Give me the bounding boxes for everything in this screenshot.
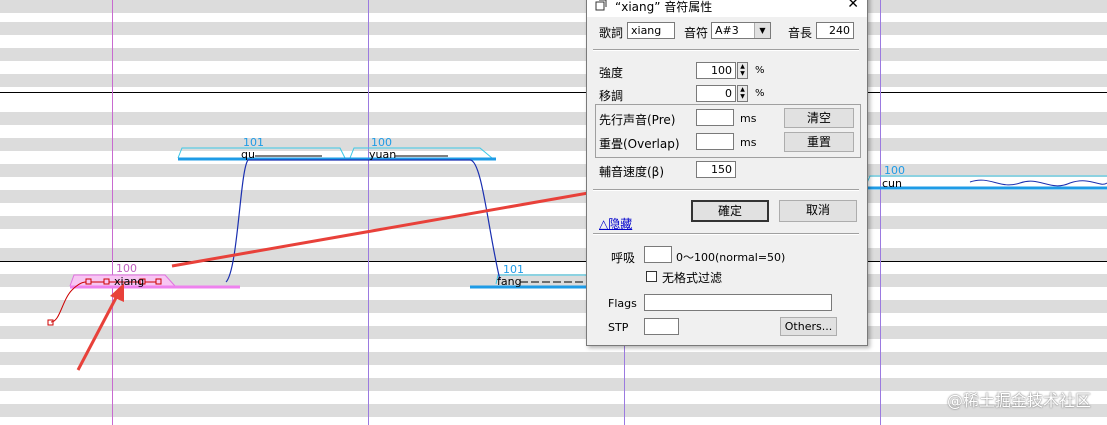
modulation-label: 移調 xyxy=(599,89,624,103)
ok-button[interactable]: 確定 xyxy=(691,200,769,222)
reset-button[interactable]: 重置 xyxy=(784,132,854,152)
intensity-input[interactable]: 100 xyxy=(696,62,736,79)
note-cun[interactable] xyxy=(865,175,1107,190)
cancel-button[interactable]: 取消 xyxy=(779,200,857,222)
notes-layer xyxy=(47,147,1107,371)
no-format-filter-checkbox[interactable] xyxy=(646,271,657,282)
modulation-unit: % xyxy=(755,88,765,99)
note-velocity: 100 xyxy=(116,262,137,275)
consonant-velocity-input[interactable]: 150 xyxy=(696,161,736,178)
separator xyxy=(593,49,859,51)
lyric-label: 歌詞 xyxy=(599,26,624,40)
breath-hint: 0～100(normal=50) xyxy=(676,251,786,264)
stp-input[interactable] xyxy=(644,318,679,335)
note-properties-dialog: “xiang” 音符属性 ✕ 歌詞 xiang 音符 A#3 ▼ 音長 240 … xyxy=(586,0,868,346)
no-format-filter-label: 无格式过滤 xyxy=(662,271,723,285)
note-velocity: 100 xyxy=(884,164,905,177)
intensity-spinner[interactable]: ▲ ▼ xyxy=(737,62,748,79)
breath-input[interactable] xyxy=(644,246,672,263)
note-yuan[interactable] xyxy=(345,147,496,161)
length-input[interactable]: 240 xyxy=(816,22,854,39)
note-select[interactable]: A#3 ▼ xyxy=(711,22,771,39)
note-lyric: xiang xyxy=(114,275,145,288)
flags-input[interactable] xyxy=(644,294,832,311)
note-lyric: qu xyxy=(241,148,255,161)
watermark: @稀土掘金技术社区 xyxy=(946,391,1091,410)
note-lyric: yuan xyxy=(369,148,397,161)
pitch-curve xyxy=(225,159,501,283)
preutterance-input[interactable] xyxy=(696,109,734,126)
dialog-titlebar[interactable]: “xiang” 音符属性 ✕ xyxy=(587,0,867,17)
piano-roll[interactable]: 101 100 100 101 100 qu yuan xiang fang c… xyxy=(0,0,1107,425)
note-lyric: fang xyxy=(497,275,522,288)
clear-button[interactable]: 清空 xyxy=(784,108,854,128)
others-button[interactable]: Others... xyxy=(780,317,837,336)
chevron-down-icon[interactable]: ▼ xyxy=(754,23,770,38)
close-icon[interactable]: ✕ xyxy=(847,0,859,12)
preutterance-unit: ms xyxy=(740,112,757,125)
note-fang[interactable] xyxy=(470,274,591,289)
length-label: 音長 xyxy=(788,26,813,40)
dialog-title: “xiang” 音符属性 xyxy=(615,0,713,14)
lyric-input[interactable]: xiang xyxy=(627,22,675,39)
overlap-label: 重畳(Overlap) xyxy=(599,137,680,151)
flags-label: Flags xyxy=(608,297,637,310)
separator xyxy=(593,189,859,191)
separator xyxy=(593,233,859,235)
breath-label: 呼吸 xyxy=(611,251,636,265)
intensity-unit: % xyxy=(755,65,765,76)
note-select-value: A#3 xyxy=(715,24,739,37)
stp-label: STP xyxy=(608,321,629,334)
intensity-label: 強度 xyxy=(599,66,624,80)
note-lyric: cun xyxy=(882,177,902,190)
app-icon xyxy=(595,0,607,11)
consonant-velocity-label: 輔音速度(β) xyxy=(599,165,665,179)
modulation-spinner[interactable]: ▲ ▼ xyxy=(737,85,748,102)
overlap-input[interactable] xyxy=(696,133,734,150)
preutterance-label: 先行声音(Pre) xyxy=(599,113,676,127)
note-qu[interactable] xyxy=(177,147,346,161)
modulation-input[interactable]: 0 xyxy=(696,85,736,102)
note-label: 音符 xyxy=(684,26,709,40)
overlap-unit: ms xyxy=(740,136,757,149)
hide-link[interactable]: △隐藏 xyxy=(599,215,632,232)
